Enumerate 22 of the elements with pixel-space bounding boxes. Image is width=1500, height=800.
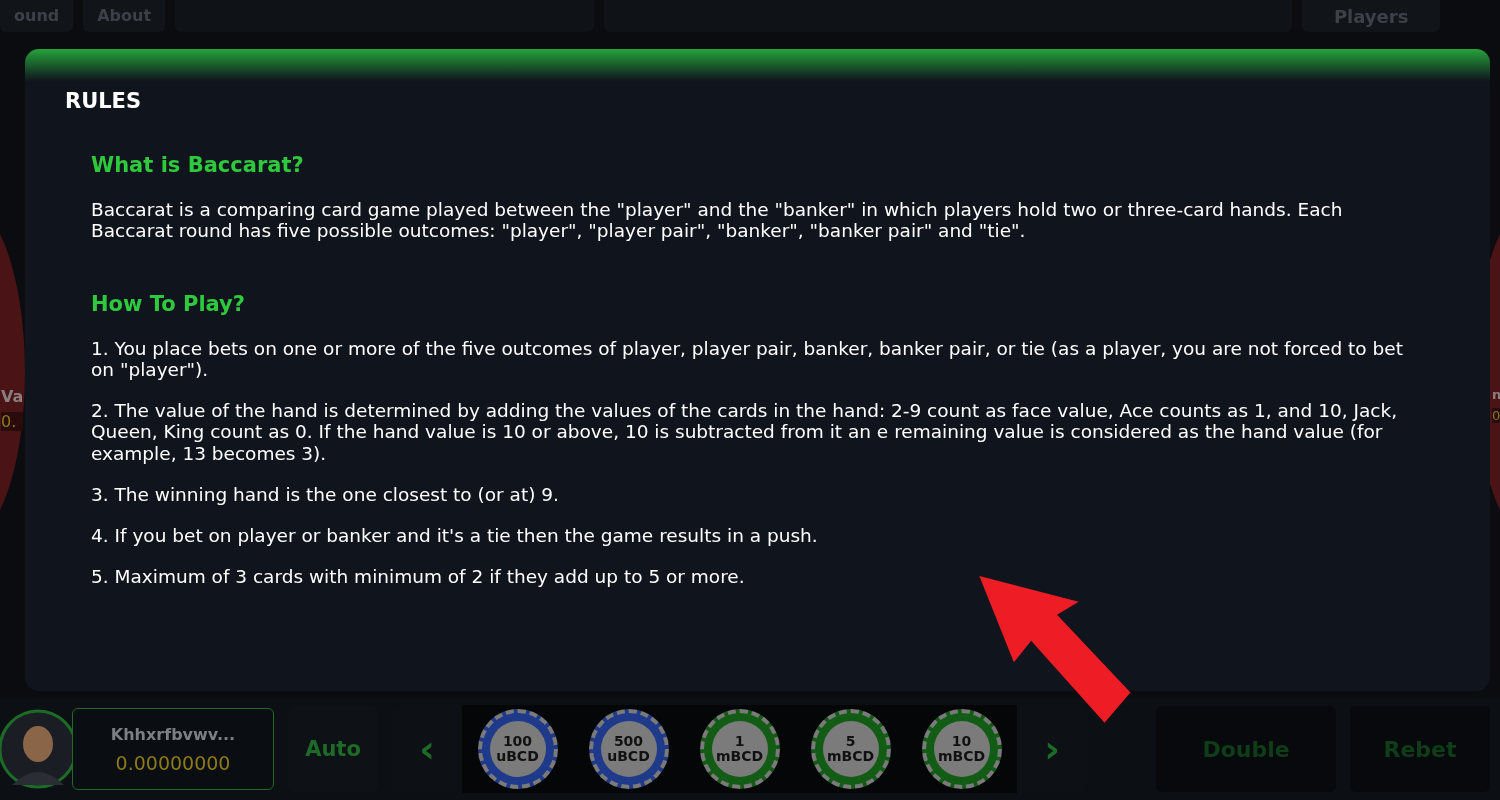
player-balance: 0. xyxy=(1,412,24,431)
dialog-title: RULES xyxy=(65,89,143,113)
chip-button[interactable]: 500 uBCD xyxy=(588,709,669,789)
rule-paragraph: 5. Maximum of 3 cards with minimum of 2 if they add up to 5 or more. xyxy=(91,566,746,588)
chip-button[interactable]: 100 uBCD xyxy=(477,709,558,789)
rule-paragraph: 2. The value of the hand is determined by adding the values of the cards in the hand: 2-9 count as face value, Ace counts as 1, and 10, Jack, Queen, King count as 0. If the hand value is 10 or above, 10 is subtracted from it an e remaining value is considered as the hand value (for example, 13 becomes 3). xyxy=(91,400,1398,464)
player-name: n xyxy=(1492,387,1500,402)
next-button[interactable]: › xyxy=(1017,726,1087,772)
player-balance: 0.00000000 xyxy=(115,751,231,774)
player-name: Va xyxy=(1,387,24,406)
player-balance: 0 xyxy=(1492,408,1500,423)
rule-paragraph: 4. If you bet on player or banker and it's a tie then the game results in a push. xyxy=(91,525,819,547)
section-heading: How To Play? xyxy=(91,291,246,316)
chip-button[interactable]: 1 mBCD xyxy=(699,709,780,789)
section-heading: What is Baccarat? xyxy=(91,153,305,177)
player-name: Khhxrfbvwv... xyxy=(110,724,236,744)
previous-button[interactable]: ‹ xyxy=(392,726,462,772)
chip-button[interactable]: 10 mBCD xyxy=(921,709,1002,789)
rule-paragraph: Baccarat is a comparing card game played between the "player" and the "banker" in which players hold two or three-card hands. Each Baccarat round has five possible outcomes: "player", "player pair", "banker", "banker pair" and "tie". xyxy=(91,199,1344,242)
chip-button[interactable]: 5 mBCD xyxy=(810,709,891,789)
rule-paragraph: 1. You place bets on one or more of the five outcomes of player, player pair, banker, banker pair, or tie (as a player, you are not forced to bet on "player"). xyxy=(91,337,1404,381)
rule-paragraph: 3. The winning hand is the one closest to (or at) 9. xyxy=(91,483,560,506)
